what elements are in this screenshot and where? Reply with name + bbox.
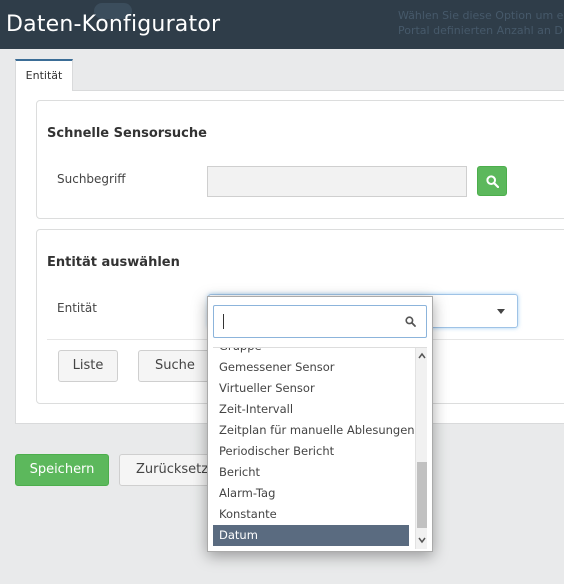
option-zeit-intervall[interactable]: Zeit-Intervall — [213, 399, 409, 420]
option-alarm-tag[interactable]: Alarm-Tag — [213, 483, 409, 504]
option-virtueller-sensor[interactable]: Virtueller Sensor — [213, 378, 409, 399]
search-term-label: Suchbegriff — [57, 172, 126, 186]
search-icon — [405, 316, 416, 327]
header-hint-line1: Wählen Sie diese Option um e — [398, 9, 564, 22]
dropdown-scrollbar[interactable] — [415, 348, 427, 549]
quick-search-section: Schnelle Sensorsuche Suchbegriff — [36, 100, 564, 219]
liste-button[interactable]: Liste — [58, 350, 118, 382]
search-button[interactable] — [477, 166, 507, 196]
option-bericht[interactable]: Bericht — [213, 462, 409, 483]
text-cursor — [223, 314, 224, 329]
scrollbar-thumb[interactable] — [417, 462, 427, 528]
search-term-input[interactable] — [207, 166, 467, 197]
option-datum[interactable]: Datum — [213, 525, 409, 546]
page-title: Daten-Konfigurator — [6, 12, 221, 37]
option-periodischer-bericht[interactable]: Periodischer Bericht — [213, 441, 409, 462]
chevron-up-icon[interactable] — [418, 352, 426, 360]
chevron-down-icon — [497, 309, 505, 314]
suche-button[interactable]: Suche — [138, 350, 212, 382]
search-icon — [486, 175, 499, 188]
entity-dropdown: Gruppe Gemessener Sensor Virtueller Sens… — [207, 296, 433, 552]
option-zeitplan[interactable]: Zeitplan für manuelle Ablesungen — [213, 420, 415, 441]
option-konstante[interactable]: Konstante — [213, 504, 409, 525]
header-hint-line2: Portal definierten Anzahl an D — [398, 24, 563, 37]
entity-section-title: Entität auswählen — [47, 255, 180, 270]
entity-label: Entität — [57, 301, 97, 315]
dropdown-search-input[interactable] — [213, 305, 427, 338]
quick-search-title: Schnelle Sensorsuche — [47, 126, 207, 141]
save-button[interactable]: Speichern — [15, 454, 109, 486]
dropdown-list[interactable]: Gruppe Gemessener Sensor Virtueller Sens… — [213, 347, 427, 549]
tab-entitaet[interactable]: Entität — [15, 59, 73, 91]
option-gruppe[interactable]: Gruppe — [213, 348, 409, 357]
app-header: Daten-Konfigurator Wählen Sie diese Opti… — [0, 0, 564, 49]
option-gemessener-sensor[interactable]: Gemessener Sensor — [213, 357, 409, 378]
header-hint: Wählen Sie diese Option um e Portal defi… — [398, 8, 563, 38]
chevron-down-icon[interactable] — [418, 536, 426, 544]
